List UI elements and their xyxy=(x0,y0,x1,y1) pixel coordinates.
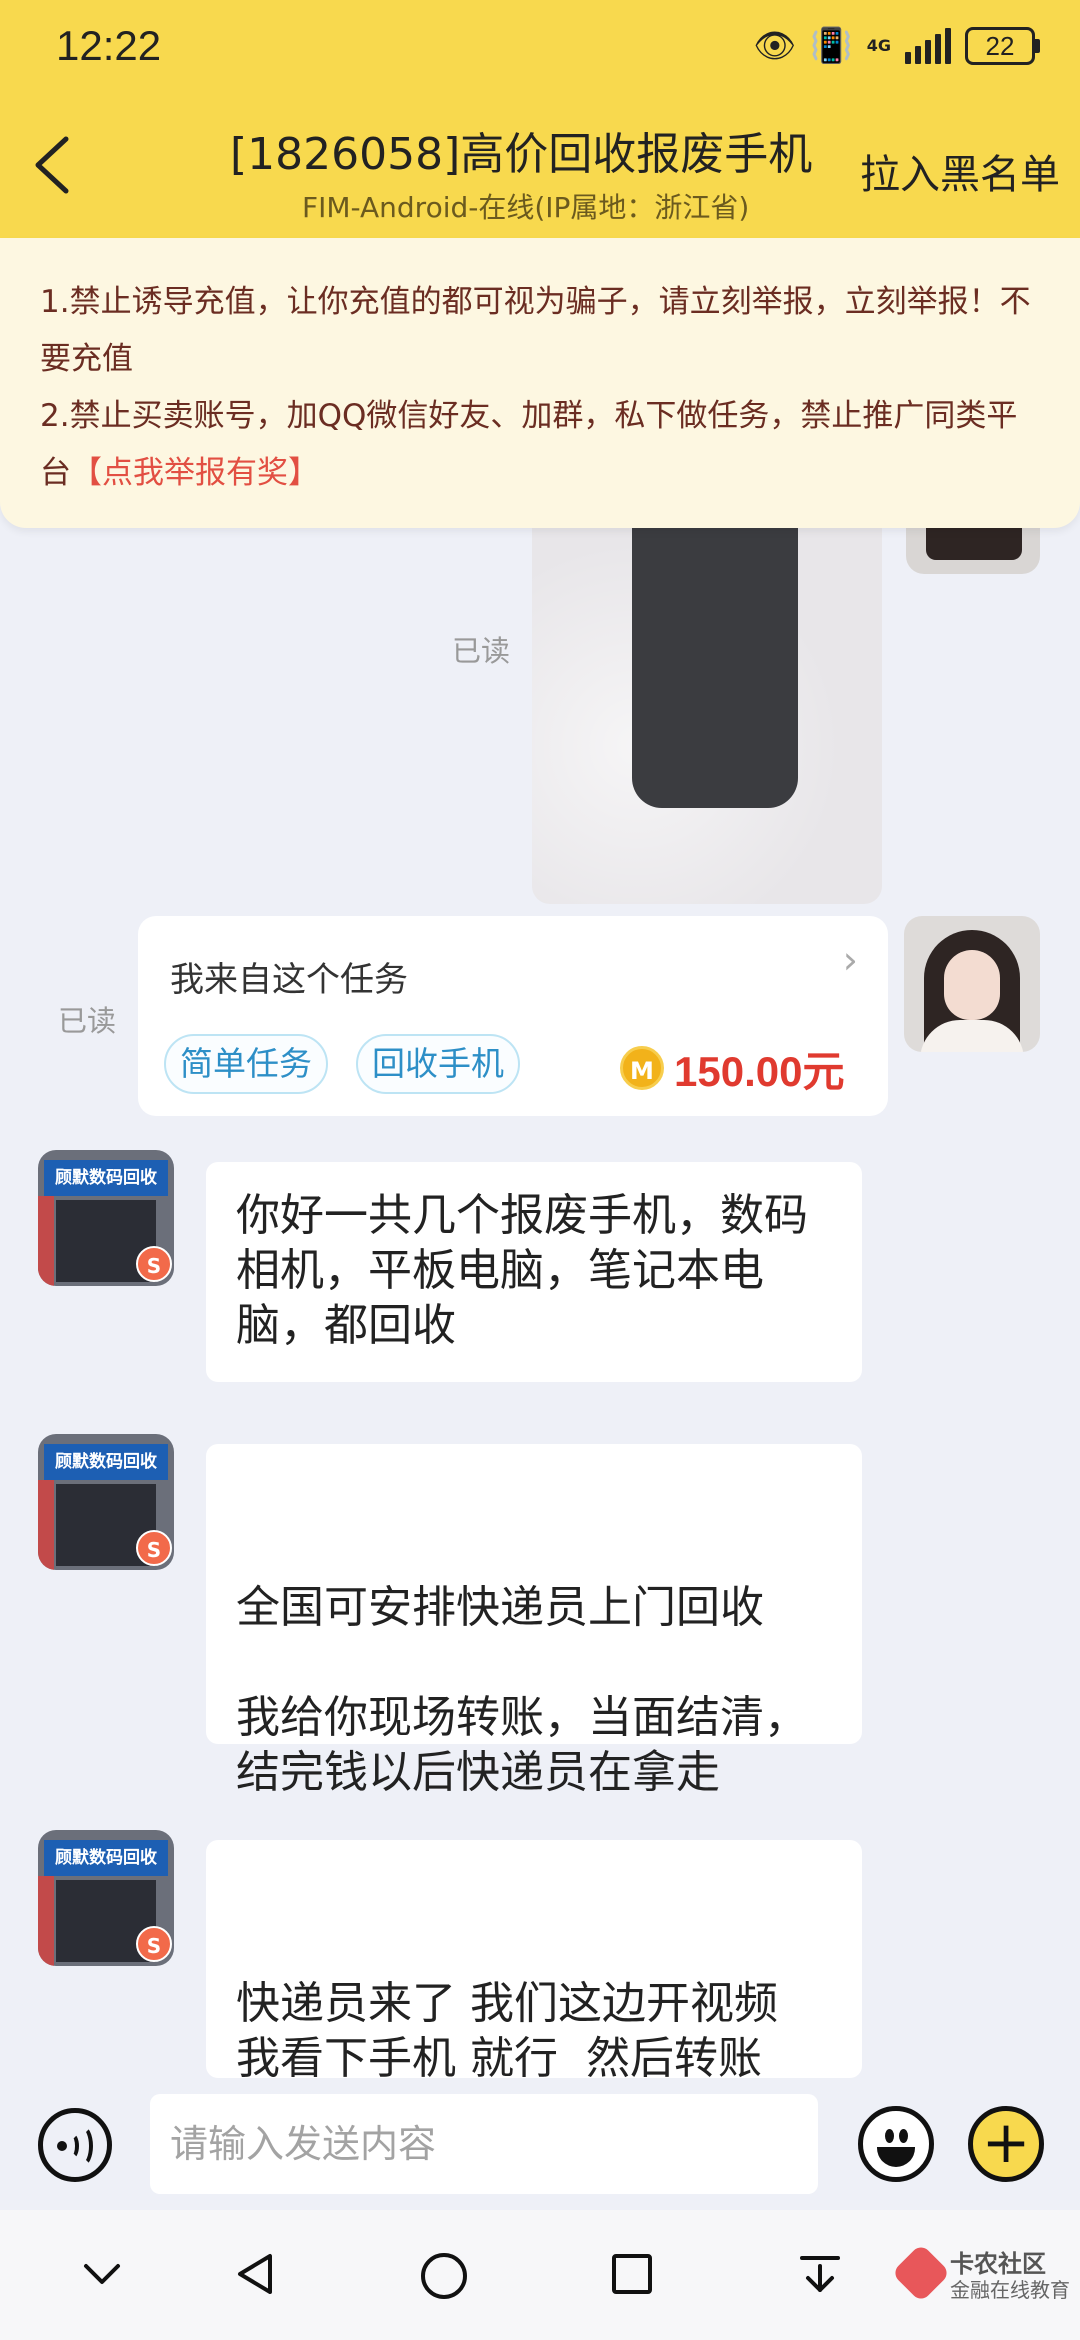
message-input[interactable] xyxy=(150,2094,818,2194)
level-badge: S xyxy=(136,1246,172,1282)
chat-subtitle: FIM-Android-在线(IP属地：浙江省) xyxy=(302,191,750,224)
shop-sign: 顾默数码回收 xyxy=(44,1840,168,1876)
message-text: 全国可安排快递员上门回收 我给你现场转账，当面结清，结完钱以后快递员在拿走 xyxy=(236,1582,808,1798)
message-bubble[interactable]: 快递员来了 我们这边开视频 我看下手机 就行 然后转账 xyxy=(206,1840,862,2080)
chat-title: [1826058]高价回收报废手机 xyxy=(230,129,813,180)
notice-line-2: 2.禁止买卖账号，加QQ微信好友、加群，私下做任务，禁止推广同类平台【点我举报有… xyxy=(40,398,1018,491)
status-time: 12:22 xyxy=(56,22,162,69)
task-price: 150.00元 xyxy=(674,1048,845,1095)
shop-sign: 顾默数码回收 xyxy=(44,1160,168,1196)
avatar[interactable] xyxy=(904,916,1040,1052)
battery-icon: 22 xyxy=(965,27,1040,65)
status-icons: 👁 📳 4G 22 xyxy=(753,26,1040,66)
level-badge: S xyxy=(136,1926,172,1962)
system-nav-bar: 卡农社区 金融在线教育 xyxy=(0,2210,1080,2340)
blacklist-button[interactable]: 拉入黑名单 xyxy=(860,142,1060,200)
nav-back-icon[interactable] xyxy=(232,2250,280,2298)
watermark-logo: 卡农社区 金融在线教育 xyxy=(891,2242,1070,2303)
notice-line-1: 1.禁止诱导充值，让你充值的都可视为骗子，请立刻举报，立刻举报！不要充值 xyxy=(40,284,1031,377)
coin-icon: M xyxy=(620,1046,664,1090)
task-card[interactable]: 我来自这个任务 › 简单任务 回收手机 M 150.00元 xyxy=(138,916,888,1116)
nav-recents-icon[interactable] xyxy=(608,2250,656,2298)
shop-sign: 顾默数码回收 xyxy=(44,1444,168,1480)
network-type: 4G xyxy=(866,36,891,55)
avatar[interactable] xyxy=(906,528,1040,574)
message-bubble[interactable]: 全国可安排快递员上门回收 我给你现场转账，当面结清，结完钱以后快递员在拿走 xyxy=(206,1444,862,1798)
avatar[interactable]: 顾默数码回收 S xyxy=(38,1150,174,1286)
message-text: 你好一共几个报废手机，数码相机，平板电脑，笔记本电脑，都回收 xyxy=(236,1190,808,1351)
chevron-right-icon: › xyxy=(842,938,858,982)
input-bar: + xyxy=(0,2080,1080,2210)
report-link[interactable]: 【点我举报有奖】 xyxy=(71,455,319,491)
nav-home-icon[interactable] xyxy=(418,2250,470,2302)
chevron-down-icon[interactable] xyxy=(78,2250,126,2298)
phone-in-photo xyxy=(632,528,798,808)
app-header: 12:22 👁 📳 4G 22 [1826058]高价回收报废手机 FIM-An… xyxy=(0,0,1080,240)
eye-icon: 👁 xyxy=(753,26,797,66)
watermark-subtitle: 金融在线教育 xyxy=(950,2278,1070,2302)
watermark-title: 卡农社区 xyxy=(950,2250,1046,2278)
level-badge: S xyxy=(136,1530,172,1566)
battery-level: 22 xyxy=(965,27,1035,65)
read-status: 已读 xyxy=(452,634,511,668)
warning-notice: 1.禁止诱导充值，让你充值的都可视为骗子，请立刻举报，立刻举报！不要充值 2.禁… xyxy=(0,238,1080,528)
plus-icon[interactable]: + xyxy=(968,2106,1044,2182)
back-arrow-icon[interactable] xyxy=(28,135,78,195)
task-card-title: 我来自这个任务 xyxy=(170,960,408,1000)
logo-icon xyxy=(891,2242,951,2303)
avatar[interactable]: 顾默数码回收 S xyxy=(38,1434,174,1570)
emoji-icon[interactable] xyxy=(858,2106,934,2182)
task-tag: 回收手机 xyxy=(356,1034,520,1094)
read-status: 已读 xyxy=(58,1004,117,1038)
chat-area[interactable]: 已读 已读 我来自这个任务 › 简单任务 回收手机 M 150.00元 顾默数码… xyxy=(0,528,1080,2080)
voice-icon[interactable] xyxy=(38,2108,112,2182)
vibrate-icon: 📳 xyxy=(810,26,853,66)
sent-photo[interactable] xyxy=(532,528,882,904)
message-bubble[interactable]: 你好一共几个报废手机，数码相机，平板电脑，笔记本电脑，都回收 xyxy=(206,1162,862,1382)
task-tag: 简单任务 xyxy=(164,1034,328,1094)
avatar[interactable]: 顾默数码回收 S xyxy=(38,1830,174,1966)
signal-icon xyxy=(905,28,951,64)
message-text: 快递员来了 我们这边开视频 我看下手机 就行 然后转账 xyxy=(236,1978,792,2080)
nav-notification-pull-icon[interactable] xyxy=(796,2250,844,2298)
